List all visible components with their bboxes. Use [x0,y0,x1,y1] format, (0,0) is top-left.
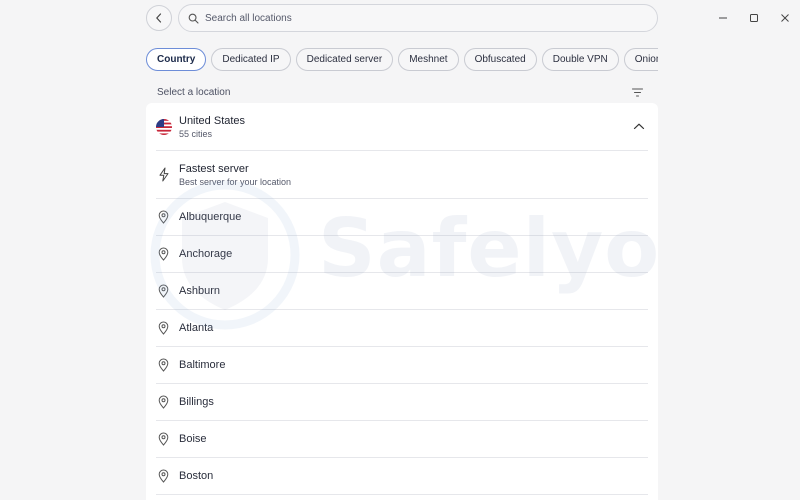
search-input[interactable] [205,12,625,24]
filter-chip-double-vpn[interactable]: Double VPN [541,48,619,71]
filter-chip-dedicated-ip[interactable]: Dedicated IP [211,48,291,71]
city-name: Anchorage [179,248,233,260]
location-pin-icon [158,284,169,298]
city-name: Boston [179,470,214,482]
city-row[interactable]: Baltimore [146,347,658,384]
location-panel: United States 55 cities Fastest server B… [146,103,658,500]
window-controls [707,9,800,27]
filter-chip-meshnet[interactable]: Meshnet [398,48,459,71]
back-button[interactable] [146,5,172,31]
close-button[interactable] [769,9,800,27]
city-name: Billings [179,396,214,408]
city-row[interactable]: Boise [146,421,658,458]
city-list: Albuquerque Anchorage Ashburn Atlanta Baltim… [146,199,658,495]
filter-chip-onion-over-vpn[interactable]: Onion Over VPN [623,48,658,71]
location-pin-icon [158,469,169,483]
fastest-server-subtitle: Best server for your location [179,177,292,187]
city-name: Boise [179,433,207,445]
city-row[interactable]: Albuquerque [146,199,658,236]
close-icon [780,14,789,22]
fastest-server-row[interactable]: Fastest server Best server for your loca… [146,151,658,198]
chevron-left-icon [156,13,162,23]
app-window: CountryDedicated IPDedicated serverMeshn… [0,0,800,500]
city-row[interactable]: Billings [146,384,658,421]
minimize-button[interactable] [707,9,738,27]
city-name: Albuquerque [179,211,242,223]
us-flag-icon [156,119,172,135]
chevron-up-icon[interactable] [633,122,645,131]
minimize-icon [718,17,727,19]
location-pin-icon [158,432,169,446]
city-row[interactable]: Ashburn [146,273,658,310]
country-row-united-states[interactable]: United States 55 cities [146,103,658,150]
city-name: Baltimore [179,359,226,371]
city-name: Atlanta [179,322,214,334]
city-row[interactable]: Atlanta [146,310,658,347]
filter-chips: Country Dedicated IP Dedicated server Meshn… [146,48,658,72]
location-pin-icon [158,321,169,335]
search-bar[interactable] [178,4,658,32]
country-name: United States [179,115,246,127]
city-row[interactable]: Boston [146,458,658,495]
fastest-server-title: Fastest server [179,163,249,175]
maximize-button[interactable] [738,9,769,27]
location-pin-icon [158,358,169,372]
city-row[interactable]: Anchorage [146,236,658,273]
filter-icon[interactable] [631,86,644,99]
section-label: Select a location [157,87,231,98]
lightning-icon [159,167,169,182]
filter-chip-dedicated-server[interactable]: Dedicated server [295,48,394,71]
filter-chip-obfuscated[interactable]: Obfuscated [463,48,537,71]
city-name: Ashburn [179,285,220,297]
maximize-icon [749,14,758,22]
filter-chip-country[interactable]: Country [146,48,207,71]
location-pin-icon [158,210,169,224]
search-icon [188,13,199,24]
country-city-count: 55 cities [179,129,213,139]
location-pin-icon [158,247,169,261]
location-pin-icon [158,395,169,409]
